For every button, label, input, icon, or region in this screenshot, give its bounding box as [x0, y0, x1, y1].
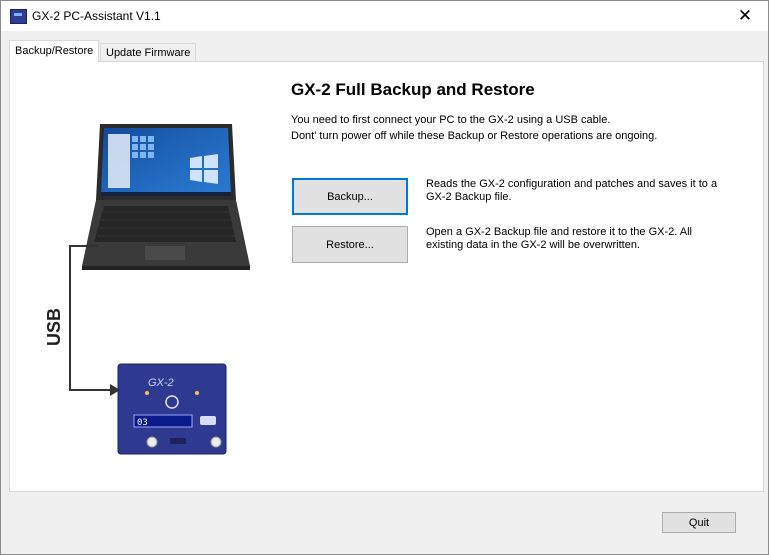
laptop-image: [82, 124, 250, 270]
tab-update-firmware[interactable]: Update Firmware: [100, 43, 197, 62]
page-title: GX-2 Full Backup and Restore: [291, 80, 535, 99]
tab-panel-backup-restore: GX-2 Full Backup and Restore You need to…: [9, 61, 764, 492]
close-button[interactable]: ✕: [722, 1, 768, 31]
intro-line-1: You need to first connect your PC to the…: [291, 114, 611, 126]
app-window: GX-2 PC-Assistant V1.1 ✕ Backup/Restore …: [0, 0, 769, 555]
tab-backup-restore[interactable]: Backup/Restore: [9, 40, 100, 63]
gx2-device-image: GX-2 03: [117, 363, 227, 455]
intro-text: You need to first connect your PC to the…: [291, 112, 657, 144]
quit-button[interactable]: Quit: [662, 512, 736, 533]
intro-line-2: Dont' turn power off while these Backup …: [291, 130, 658, 142]
usb-label: USB: [44, 308, 64, 346]
device-logo: GX-2: [148, 377, 174, 389]
backup-button[interactable]: Backup...: [292, 178, 408, 215]
usb-connection-illustration: USB GX-2 03: [44, 124, 250, 455]
restore-button[interactable]: Restore...: [292, 226, 408, 263]
backup-description: Reads the GX-2 configuration and patches…: [426, 178, 718, 203]
window-title: GX-2 PC-Assistant V1.1: [32, 9, 161, 23]
title-bar: GX-2 PC-Assistant V1.1 ✕: [1, 1, 768, 31]
restore-description: Open a GX-2 Backup file and restore it t…: [426, 226, 692, 251]
app-icon: [10, 9, 27, 24]
device-lcd: 03: [137, 418, 148, 428]
